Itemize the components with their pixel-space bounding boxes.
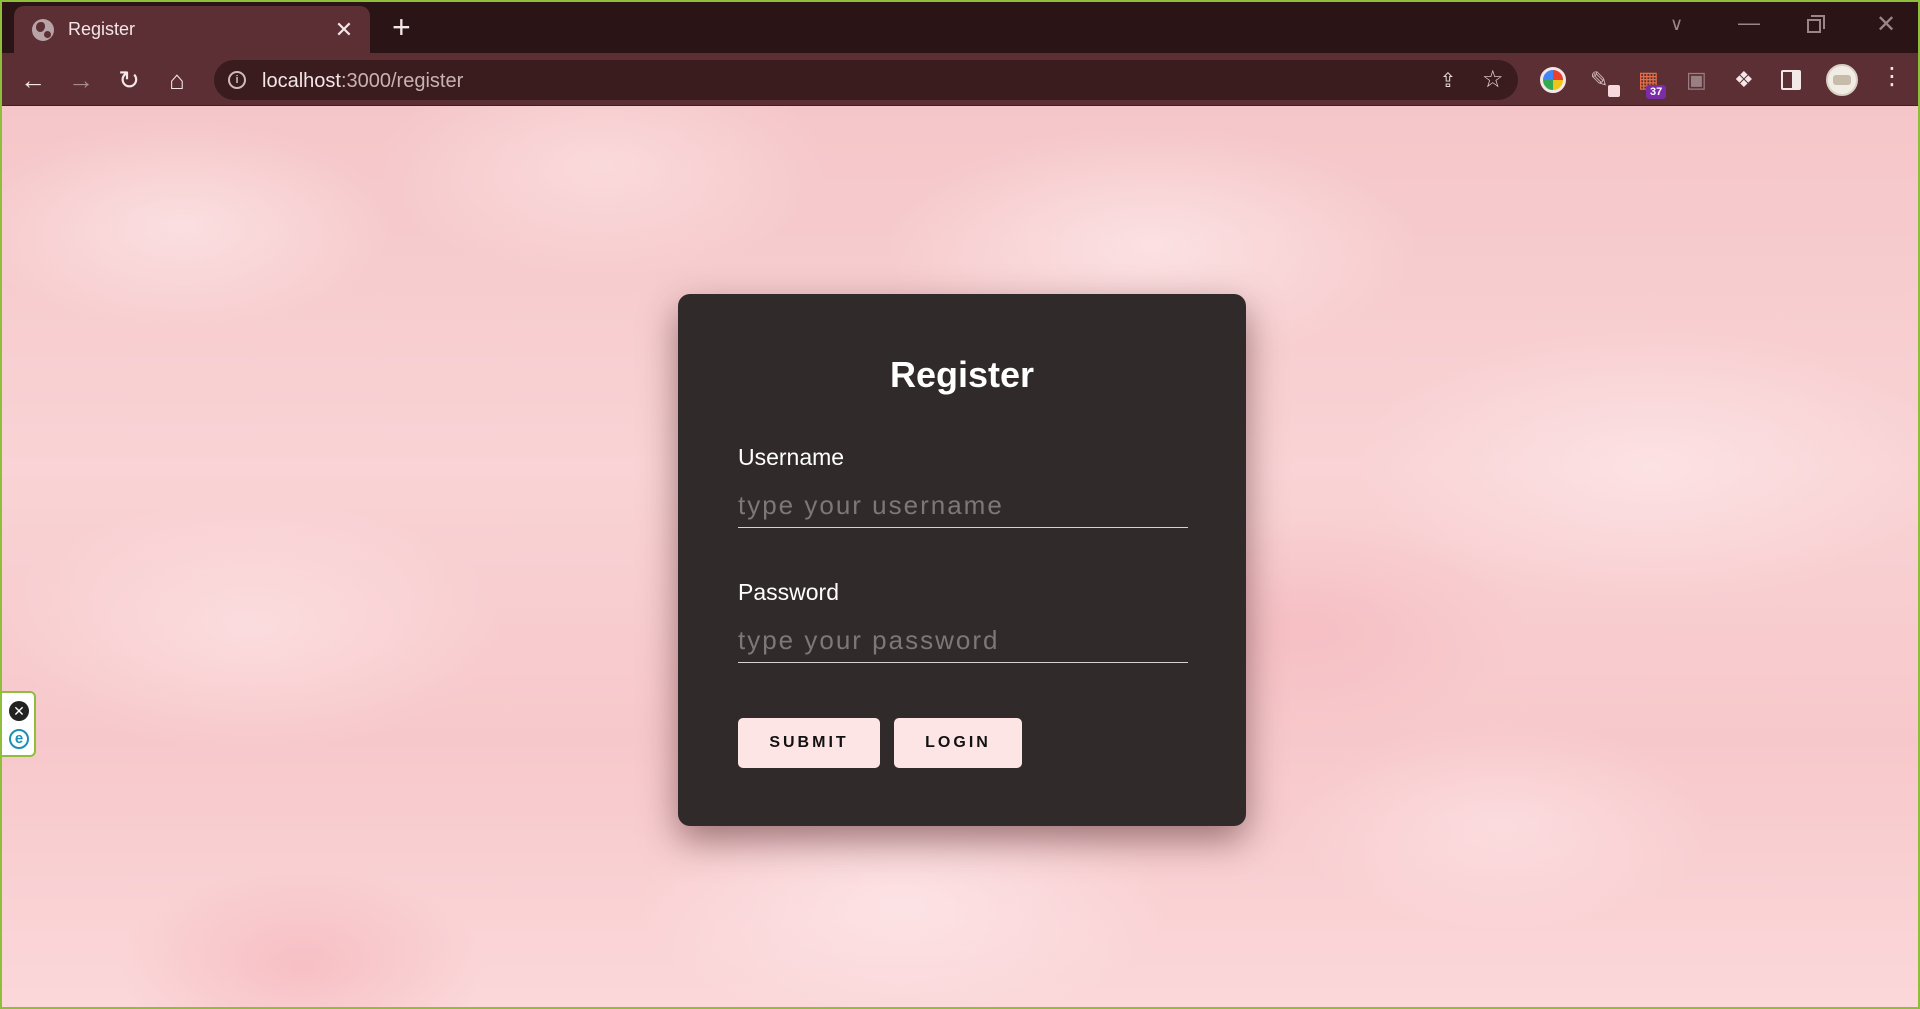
- tab-strip: Register ✕ + ∨ — ✕: [2, 2, 1918, 53]
- globe-icon: [32, 18, 54, 41]
- puzzle-icon[interactable]: ❖: [1734, 67, 1760, 93]
- window-close-button[interactable]: ✕: [1876, 10, 1896, 39]
- restore-button[interactable]: [1807, 10, 1825, 36]
- info-icon[interactable]: i: [228, 71, 246, 89]
- pen-extension-dot: [1608, 85, 1620, 97]
- forward-button[interactable]: →: [66, 65, 96, 95]
- side-widget: ✕ e: [2, 691, 36, 757]
- pen-extension-icon[interactable]: ✎: [1590, 67, 1620, 97]
- reload-button[interactable]: ↻: [114, 65, 144, 95]
- username-label: Username: [738, 444, 845, 470]
- submit-button[interactable]: SUBMIT: [738, 718, 880, 768]
- address-bar[interactable]: i localhost:3000/register ⇪ ☆: [214, 60, 1518, 100]
- home-button[interactable]: ⌂: [162, 65, 192, 95]
- arrow-right-icon: →: [68, 65, 94, 95]
- star-icon[interactable]: ☆: [1482, 65, 1504, 94]
- back-button[interactable]: ←: [18, 65, 48, 95]
- chevron-down-icon[interactable]: ∨: [1670, 14, 1683, 35]
- register-card: Register Username Password SUBMIT LOGIN: [678, 294, 1246, 826]
- reload-icon: ↻: [118, 65, 140, 95]
- login-button[interactable]: LOGIN: [894, 718, 1022, 768]
- password-input[interactable]: [738, 619, 1188, 663]
- password-label: Password: [738, 579, 839, 605]
- robot-extension-icon[interactable]: ▣: [1686, 67, 1712, 93]
- kebab-menu-icon[interactable]: ⋮: [1880, 65, 1904, 89]
- username-input[interactable]: [738, 484, 1188, 528]
- browser-window: Register ✕ + ∨ — ✕ ← → ↻ ⌂ i localhost:3…: [0, 0, 1920, 1009]
- share-icon[interactable]: ⇪: [1436, 68, 1460, 92]
- widget-app-icon[interactable]: e: [9, 729, 29, 749]
- browser-toolbar: ← → ↻ ⌂ i localhost:3000/register ⇪ ☆ ✎ …: [2, 53, 1918, 106]
- tab-title: Register: [68, 19, 136, 39]
- url-host: localhost: [262, 70, 341, 92]
- home-icon: ⌂: [169, 65, 185, 95]
- side-panel-icon[interactable]: [1781, 70, 1801, 90]
- new-tab-button[interactable]: +: [392, 11, 411, 43]
- restore-icon: [1807, 15, 1825, 33]
- close-icon[interactable]: ✕: [332, 18, 356, 41]
- avatar[interactable]: [1826, 64, 1858, 96]
- extension-badge: 37: [1646, 85, 1667, 99]
- url-text[interactable]: localhost:3000/register: [262, 70, 463, 93]
- page-background: ✕ e Register Username Password SUBMIT LO…: [2, 106, 1918, 1007]
- page-title: Register: [889, 354, 1035, 395]
- arrow-left-icon: ←: [20, 65, 46, 95]
- minimize-button[interactable]: —: [1738, 10, 1760, 36]
- widget-close-icon[interactable]: ✕: [9, 701, 29, 721]
- tab-register[interactable]: Register ✕: [14, 6, 370, 53]
- color-picker-extension-icon[interactable]: [1540, 67, 1566, 93]
- url-path: :3000/register: [340, 70, 464, 92]
